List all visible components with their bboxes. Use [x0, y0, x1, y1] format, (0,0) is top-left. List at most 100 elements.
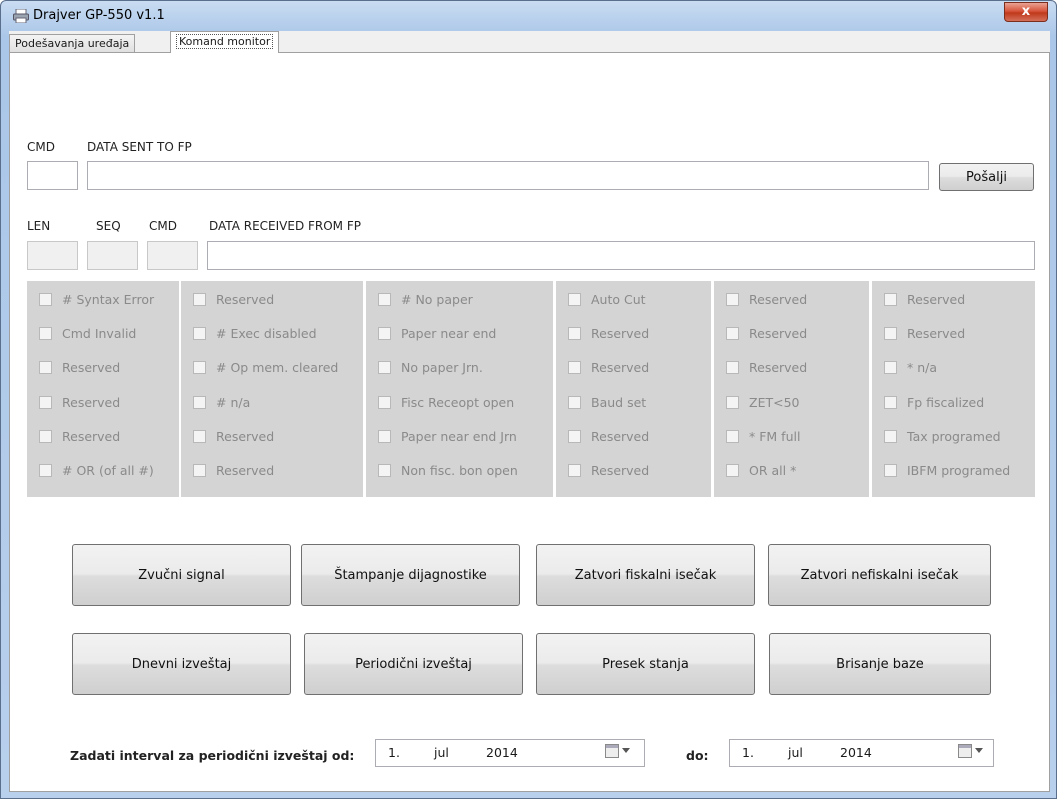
received-len-field — [27, 241, 78, 270]
chevron-down-icon[interactable] — [975, 748, 983, 753]
status-flag-label: Reserved — [591, 462, 650, 478]
status-flag: Reserved — [39, 393, 120, 411]
status-flag: Reserved — [39, 427, 120, 445]
status-checkbox — [884, 463, 897, 477]
status-flag-label: Reserved — [749, 291, 808, 307]
daily-report-button[interactable]: Dnevni izveštaj — [72, 633, 291, 695]
status-checkbox — [378, 292, 391, 306]
interval-to-label: do: — [686, 748, 709, 763]
status-checkbox — [378, 360, 391, 374]
tab-device-settings[interactable]: Podešavanja uređaja — [9, 34, 136, 52]
status-column: Reserved Reserved * n/a Fp fiscalized Tax pr… — [872, 281, 1035, 497]
status-checkbox — [568, 395, 581, 409]
received-seq-field — [87, 241, 138, 270]
status-checkbox — [884, 395, 897, 409]
status-flag-label: # Op mem. cleared — [216, 359, 339, 375]
status-flag: Reserved — [726, 324, 807, 342]
status-checkbox — [39, 429, 52, 443]
status-flag-label: Paper near end — [401, 325, 497, 341]
print-diagnostics-button[interactable]: Štampanje dijagnostike — [301, 544, 520, 606]
client-area: Podešavanja uređaja Komand monitor CMD D… — [9, 31, 1050, 792]
status-checkbox — [884, 292, 897, 306]
status-flag-label: Paper near end Jrn — [401, 428, 517, 444]
status-checkbox — [39, 360, 52, 374]
date-from-year: 2014 — [486, 745, 518, 760]
status-flag: Fp fiscalized — [884, 393, 984, 411]
status-flag: # Syntax Error — [39, 290, 154, 308]
status-flag: Paper near end — [378, 324, 496, 342]
status-flag: Reserved — [568, 461, 649, 479]
status-flag: Reserved — [568, 358, 649, 376]
delete-database-button[interactable]: Brisanje baze — [769, 633, 991, 695]
date-to-month: jul — [788, 745, 803, 760]
status-checkbox — [193, 360, 206, 374]
status-flag-label: OR all * — [749, 462, 797, 478]
status-checkbox — [193, 395, 206, 409]
printer-icon — [13, 9, 29, 23]
status-flag: IBFM programed — [884, 461, 1010, 479]
date-from-picker[interactable]: 1. jul 2014 — [375, 739, 645, 767]
tab-command-monitor[interactable]: Komand monitor — [170, 31, 280, 53]
status-checkbox — [726, 429, 739, 443]
sent-data-input[interactable] — [87, 161, 929, 190]
status-checkbox — [726, 463, 739, 477]
status-flag: # Exec disabled — [193, 324, 317, 342]
status-flag-label: * n/a — [907, 359, 938, 375]
status-flag-label: Tax programed — [907, 428, 1001, 444]
interval-label: Zadati interval za periodični izveštaj o… — [70, 748, 355, 763]
status-flag: # OR (of all #) — [39, 461, 154, 479]
calendar-icon[interactable] — [958, 744, 972, 758]
status-column: Reserved Reserved Reserved ZET<50 * FM full O… — [714, 281, 869, 497]
status-flag-label: # No paper — [401, 291, 473, 307]
send-button[interactable]: Pošalji — [939, 163, 1034, 191]
status-flag-label: Reserved — [62, 428, 121, 444]
close-fiscal-receipt-button[interactable]: Zatvori fiskalni isečak — [536, 544, 755, 606]
date-from-month: jul — [434, 745, 449, 760]
status-flag-label: # n/a — [216, 394, 251, 410]
close-button[interactable]: x — [1004, 2, 1048, 22]
status-checkbox — [884, 360, 897, 374]
status-flag: # No paper — [378, 290, 473, 308]
status-flag-label: Reserved — [907, 325, 966, 341]
status-flag: Reserved — [193, 427, 274, 445]
status-flag: # n/a — [193, 393, 250, 411]
status-snapshot-button[interactable]: Presek stanja — [536, 633, 755, 695]
status-flag: Reserved — [884, 290, 965, 308]
date-to-picker[interactable]: 1. jul 2014 — [729, 739, 994, 767]
sound-signal-button[interactable]: Zvučni signal — [72, 544, 291, 606]
calendar-icon[interactable] — [605, 744, 619, 758]
status-flag-label: Fisc Receopt open — [401, 394, 515, 410]
status-flag-label: Fp fiscalized — [907, 394, 985, 410]
status-flag-label: Reserved — [907, 291, 966, 307]
sent-cmd-label: CMD — [27, 140, 55, 154]
status-flag-label: IBFM programed — [907, 462, 1011, 478]
status-flag: Cmd Invalid — [39, 324, 136, 342]
date-to-day: 1. — [742, 745, 754, 760]
periodic-report-button[interactable]: Periodični izveštaj — [304, 633, 523, 695]
status-flag-label: Reserved — [216, 462, 275, 478]
status-checkbox — [39, 326, 52, 340]
status-checkbox — [378, 429, 391, 443]
status-checkbox — [726, 292, 739, 306]
status-flag: Tax programed — [884, 427, 1001, 445]
chevron-down-icon[interactable] — [622, 748, 630, 753]
status-column: Reserved # Exec disabled # Op mem. cleared… — [181, 281, 363, 497]
status-checkbox — [378, 463, 391, 477]
status-flag: * n/a — [884, 358, 937, 376]
status-flag-label: ZET<50 — [749, 394, 800, 410]
sent-cmd-input[interactable] — [27, 161, 78, 190]
status-flag-label: Non fisc. bon open — [401, 462, 518, 478]
status-checkbox — [193, 292, 206, 306]
title-bar[interactable]: Drajver GP-550 v1.1 x — [1, 1, 1056, 29]
window-frame: Drajver GP-550 v1.1 x Podešavanja uređaj… — [0, 0, 1057, 799]
status-flag: No paper Jrn. — [378, 358, 483, 376]
status-checkbox — [726, 395, 739, 409]
sent-data-label: DATA SENT TO FP — [87, 140, 192, 154]
status-flag: * FM full — [726, 427, 800, 445]
status-flag-label: # Exec disabled — [216, 325, 317, 341]
status-flag-label: # Syntax Error — [62, 291, 155, 307]
status-checkbox — [378, 326, 391, 340]
status-flag-label: Reserved — [216, 428, 275, 444]
close-nonfiscal-receipt-button[interactable]: Zatvori nefiskalni isečak — [768, 544, 991, 606]
status-flag-label: Reserved — [62, 394, 121, 410]
